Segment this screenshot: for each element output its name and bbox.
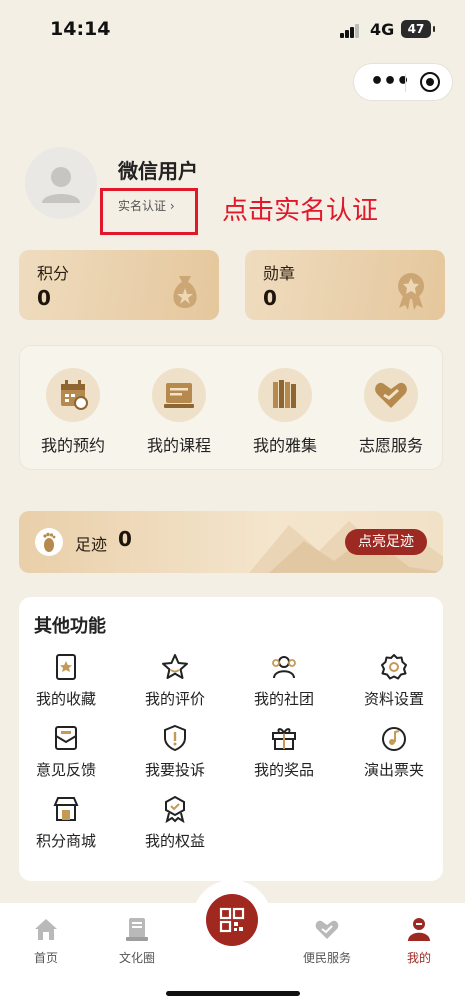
capsule-divider <box>405 74 406 92</box>
footprint-count: 0 <box>118 527 132 551</box>
calendar-icon <box>46 368 100 422</box>
avatar-person-icon <box>42 167 80 203</box>
home-icon <box>32 915 60 943</box>
store-icon <box>51 794 81 824</box>
fn-label: 我的收藏 <box>35 690 96 708</box>
light-footprint-button[interactable]: 点亮足迹 <box>345 529 427 555</box>
fn-label: 我要投诉 <box>144 761 205 779</box>
fn-label: 积分商城 <box>35 832 96 850</box>
annotation-box <box>100 188 198 235</box>
medal-icon <box>398 273 424 310</box>
handshake-heart-icon <box>364 368 418 422</box>
course-icon <box>152 368 206 422</box>
tab-label: 我的 <box>406 951 431 965</box>
fn-label: 我的权益 <box>144 832 205 850</box>
fn-item-benefits[interactable]: 我的权益 <box>125 794 225 851</box>
footprint-icon <box>35 528 63 556</box>
tab-home[interactable]: 首页 <box>6 915 86 966</box>
status-time: 14:14 <box>50 18 111 40</box>
quick-label: 我的雅集 <box>252 436 317 455</box>
fn-item-points-mall[interactable]: 积分商城 <box>16 794 116 851</box>
scan-qr-button[interactable] <box>206 894 258 946</box>
more-icon[interactable]: ••• <box>370 69 410 94</box>
annotation-text: 点击实名认证 <box>222 196 379 226</box>
quick-item-course[interactable]: 我的课程 <box>134 368 224 456</box>
fn-item-reviews[interactable]: 我的评价 <box>125 652 225 709</box>
badge-icon <box>160 794 190 824</box>
other-functions-panel: 其他功能 我的收藏 我的评价 我的社团 资料设置 意见反馈 我要投诉 我的奖品 … <box>19 597 443 881</box>
fn-item-settings[interactable]: 资料设置 <box>344 652 444 709</box>
fn-label: 意见反馈 <box>35 761 96 779</box>
fn-item-feedback[interactable]: 意见反馈 <box>16 723 116 780</box>
fn-label: 我的奖品 <box>253 761 314 779</box>
fn-item-clubs[interactable]: 我的社团 <box>234 652 334 709</box>
miniprogram-capsule[interactable]: ••• <box>353 63 453 101</box>
tab-label: 便民服务 <box>302 951 351 965</box>
tab-culture-circle[interactable]: 文化圈 <box>97 915 177 966</box>
complaint-shield-icon <box>160 723 190 753</box>
tab-mine[interactable]: 我的 <box>379 915 459 966</box>
footprint-label: 足迹 <box>75 535 108 554</box>
group-icon <box>269 652 299 682</box>
qr-code-icon <box>219 907 245 933</box>
battery-icon: 47 <box>401 20 435 38</box>
tab-label: 首页 <box>33 951 58 965</box>
other-functions-title: 其他功能 <box>34 616 106 637</box>
close-target-icon[interactable] <box>420 72 440 92</box>
feedback-icon <box>51 723 81 753</box>
money-bag-icon <box>173 276 197 308</box>
footprint-banner[interactable]: 足迹 0 点亮足迹 <box>19 511 443 573</box>
quick-label: 我的课程 <box>146 436 211 455</box>
points-card[interactable]: 积分 0 <box>19 250 219 320</box>
quick-item-volunteer[interactable]: 志愿服务 <box>346 368 436 456</box>
fn-item-favorites[interactable]: 我的收藏 <box>16 652 116 709</box>
music-note-icon <box>379 723 409 753</box>
fn-label: 我的评价 <box>144 690 205 708</box>
fn-item-tickets[interactable]: 演出票夹 <box>344 723 444 780</box>
fn-label: 演出票夹 <box>363 761 424 779</box>
quick-actions: 我的预约 我的课程 我的雅集 志愿服务 <box>19 345 443 470</box>
quick-label: 我的预约 <box>40 436 105 455</box>
fn-label: 我的社团 <box>253 690 314 708</box>
fn-item-prizes[interactable]: 我的奖品 <box>234 723 334 780</box>
home-indicator <box>166 991 300 996</box>
username: 微信用户 <box>118 159 198 183</box>
signal-icon <box>340 24 362 38</box>
quick-item-reservation[interactable]: 我的预约 <box>28 368 118 456</box>
star-icon <box>160 652 190 682</box>
books-icon <box>258 368 312 422</box>
quick-item-gathering[interactable]: 我的雅集 <box>240 368 330 456</box>
tab-label: 文化圈 <box>118 951 155 965</box>
fn-item-complaint[interactable]: 我要投诉 <box>125 723 225 780</box>
avatar[interactable] <box>25 147 97 219</box>
medal-value: 0 <box>263 286 277 310</box>
gift-icon <box>269 723 299 753</box>
quick-label: 志愿服务 <box>358 436 423 455</box>
user-icon <box>405 915 433 943</box>
tab-services[interactable]: 便民服务 <box>287 915 367 966</box>
fn-label: 资料设置 <box>363 690 424 708</box>
culture-circle-icon <box>123 915 151 943</box>
bookmark-star-icon <box>51 652 81 682</box>
medal-card[interactable]: 勋章 0 <box>245 250 445 320</box>
network-label: 4G <box>370 20 395 39</box>
points-label: 积分 <box>37 264 70 283</box>
points-value: 0 <box>37 286 51 310</box>
service-icon <box>313 915 341 943</box>
medal-label: 勋章 <box>263 264 296 283</box>
gear-icon <box>379 652 409 682</box>
